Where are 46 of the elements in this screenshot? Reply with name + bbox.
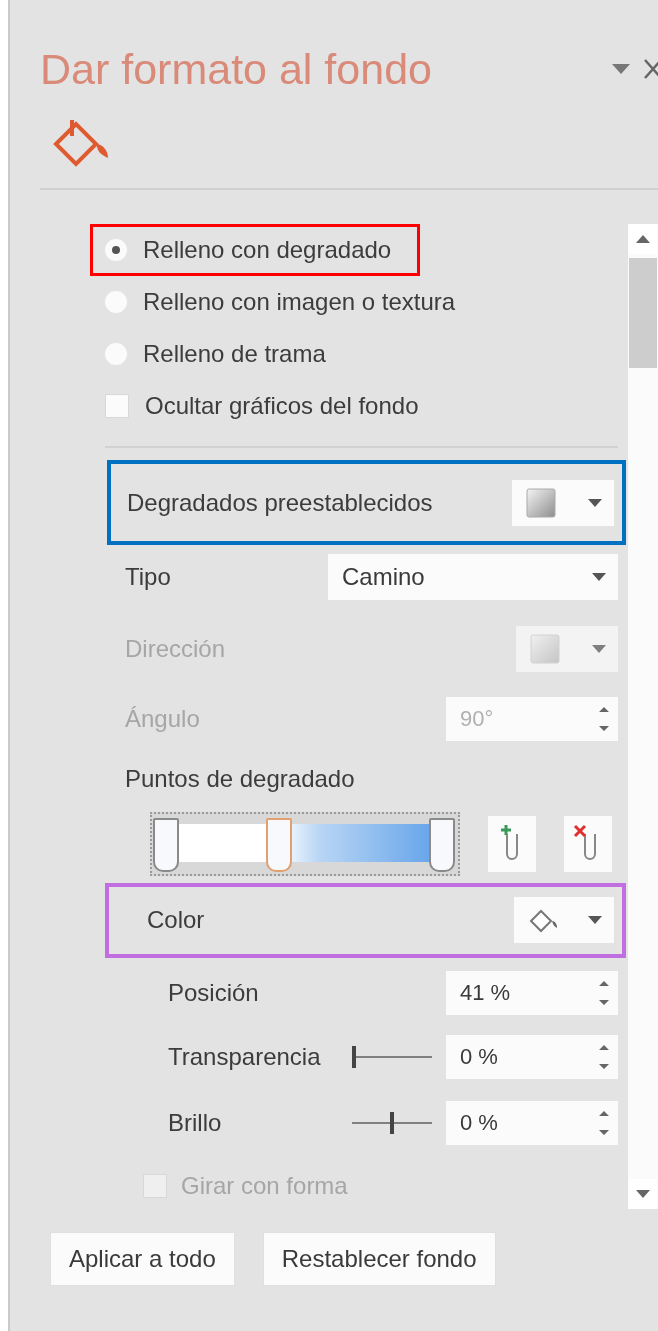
direction-label: Dirección [125, 634, 227, 663]
close-icon[interactable] [644, 59, 658, 79]
presets-dropdown[interactable] [512, 479, 614, 526]
presets-label: Degradados preestablecidos [127, 488, 434, 517]
stops-label: Puntos de degradado [125, 765, 356, 794]
dropdown-caret-icon [592, 644, 606, 653]
rotate-label: Girar con forma [180, 1172, 349, 1201]
option-label: Relleno de trama [143, 340, 326, 368]
option-label: Relleno con imagen o textura [143, 288, 456, 316]
option-label: Relleno con degradado [143, 236, 392, 264]
remove-stop-button[interactable] [564, 815, 612, 872]
radio-button[interactable] [105, 291, 127, 313]
radio-button[interactable] [105, 343, 127, 365]
checkbox[interactable] [105, 394, 129, 418]
footer-button[interactable]: Aplicar a todo [50, 1232, 235, 1286]
gradient-stops-bar[interactable] [150, 811, 460, 876]
transparency-slider[interactable] [352, 1044, 432, 1071]
color-dropdown[interactable] [514, 897, 614, 944]
panel-title: Dar formato al fondo [40, 44, 433, 94]
gradient-stop-handle[interactable] [266, 817, 293, 872]
gradient-swatch-icon [530, 633, 560, 664]
footer-button[interactable]: Restablecer fondo [262, 1232, 496, 1286]
transparency-spinner[interactable]: 0 % [446, 1035, 618, 1080]
type-label: Tipo [125, 563, 172, 592]
add-stop-button[interactable] [488, 815, 536, 872]
brightness-slider[interactable] [352, 1109, 432, 1136]
gradient-stop-handle[interactable] [429, 817, 455, 872]
gradient-swatch-icon [526, 487, 556, 518]
scroll-down-icon[interactable] [636, 1190, 650, 1198]
brightness-label: Brillo [168, 1108, 223, 1137]
type-dropdown[interactable]: Camino [328, 554, 618, 601]
dropdown-caret-icon [588, 498, 602, 507]
scroll-thumb[interactable] [629, 258, 657, 368]
angle-label: Ángulo [125, 704, 201, 733]
gradient-stop-handle[interactable] [153, 817, 179, 872]
color-label: Color [146, 906, 206, 935]
brightness-spinner[interactable]: 0 % [446, 1100, 618, 1145]
scroll-up-icon[interactable] [636, 235, 650, 243]
position-label: Posición [168, 978, 260, 1007]
radio-button[interactable] [105, 239, 127, 261]
dropdown-caret-icon [592, 573, 606, 582]
transparency-label: Transparencia [168, 1043, 322, 1072]
dropdown-caret-icon [588, 916, 602, 925]
option-label: Ocultar gráficos del fondo [145, 392, 419, 420]
position-spinner[interactable]: 41 % [446, 970, 618, 1015]
pane-options-caret-icon[interactable] [612, 64, 630, 74]
